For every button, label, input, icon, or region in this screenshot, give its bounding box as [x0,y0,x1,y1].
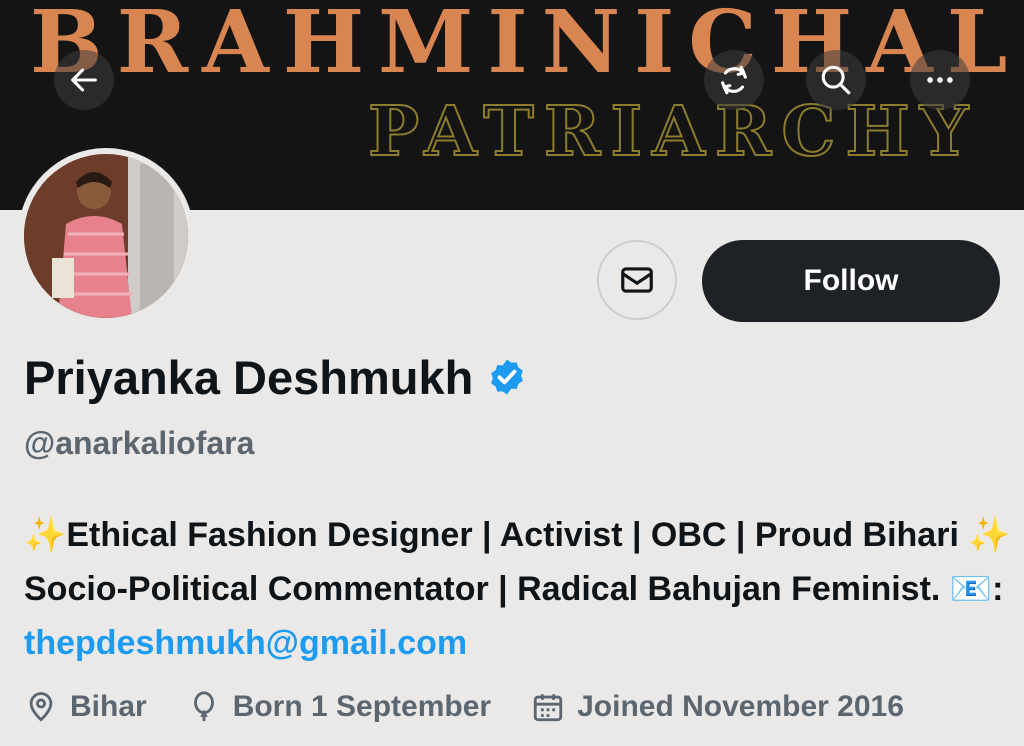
balloon-icon [193,691,214,722]
back-button[interactable] [54,50,114,110]
joined-item: Joined November 2016 [531,690,904,724]
profile-meta: Bihar Born 1 September Joined November 2… [24,690,944,724]
search-icon [821,65,851,95]
calendar-icon [533,694,563,722]
location-item: Bihar [24,690,147,724]
envelope-icon: 📧 [949,570,993,608]
joined-text: Joined November 2016 [577,690,904,723]
profile-name-row: Priyanka Deshmukh [24,350,527,405]
profile-bio: ✨Ethical Fashion Designer | Activist | O… [24,508,1014,670]
profile-handle: @anarkaliofara [24,425,255,461]
verified-badge-icon[interactable] [487,357,527,402]
avatar[interactable] [18,148,194,324]
sparkles-icon: ✨ [968,516,1011,554]
banner-title-line2: PATRIARCHY [367,91,979,173]
more-button[interactable] [910,50,970,110]
refresh-icon [721,65,747,95]
person-photo-icon [24,154,188,318]
follow-button[interactable]: Follow [702,240,1000,322]
bio-text-part2: Socio-Political Commentator | Radical Ba… [24,570,950,608]
bio-text-part3: : [992,570,1004,608]
birthday-item: Born 1 September [187,690,491,724]
arrow-left-icon [71,68,97,92]
mail-icon [621,267,653,293]
search-button[interactable] [806,50,866,110]
birthday-text: Born 1 September [232,690,492,723]
banner-title-line1: BRAHMINICHAL [30,0,1022,93]
more-icon [927,77,953,83]
location-pin-icon [29,692,53,722]
bio-email-link[interactable]: thepdeshmukh@gmail.com [24,624,467,662]
message-button[interactable] [597,240,677,320]
sparkles-icon: ✨ [24,516,67,554]
profile-name: Priyanka Deshmukh [24,351,474,404]
avatar-photo [24,154,188,318]
bio-text-part1: Ethical Fashion Designer | Activist | OB… [66,516,969,554]
refresh-button[interactable] [704,50,764,110]
location-text: Bihar [70,690,147,723]
